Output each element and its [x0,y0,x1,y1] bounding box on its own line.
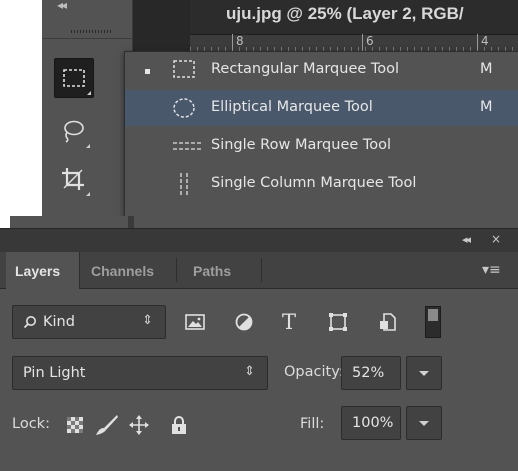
opacity-value: 52% [352,365,385,381]
smart-object-filter-icon[interactable] [375,309,401,335]
background-gap [0,216,10,228]
menu-item-label: Rectangular Marquee Tool [211,61,400,77]
lock-transparent-icon[interactable] [62,412,88,438]
opacity-input[interactable]: 52% [341,356,401,390]
image-filter-icon[interactable] [182,309,208,335]
opacity-dropdown-button[interactable] [406,356,442,390]
blend-mode-select[interactable]: Pin Light ⇕ [12,356,268,390]
menu-item-label: Single Column Marquee Tool [211,175,417,191]
fill-label: Fill: [300,416,325,432]
filter-kind-select[interactable]: Kind ⇕ [12,305,166,339]
ruler-tick [477,34,478,51]
toolbar-divider [42,38,132,39]
submenu-indicator [86,192,90,196]
submenu-indicator [87,91,91,95]
filter-kind-label: Kind [43,314,75,330]
submenu-indicator [86,144,90,148]
panel-header-bar[interactable] [0,228,518,253]
adjustment-filter-icon[interactable] [231,309,257,335]
close-panel-icon[interactable]: × [491,232,501,246]
lasso-icon [64,120,84,143]
fill-value: 100% [352,415,394,431]
tab-channels[interactable]: Channels [82,252,163,289]
tab-divider [176,258,177,282]
tab-layers[interactable]: Layers [6,252,80,289]
opacity-label: Opacity: [284,364,344,380]
ruler-tick [232,34,233,51]
row-marquee-icon [173,142,203,150]
menu-item-label: Elliptical Marquee Tool [211,99,373,115]
crop-icon [62,168,84,190]
toolbar-grip[interactable] [71,30,111,33]
blend-mode-value: Pin Light [23,365,86,381]
rect-marquee-icon [63,69,85,87]
tab-paths[interactable]: Paths [184,252,240,289]
fill-dropdown-button[interactable] [406,406,442,440]
ruler-number: 4 [481,34,489,48]
menu-item-label: Single Row Marquee Tool [211,137,392,153]
document-title[interactable]: uju.jpg @ 25% (Layer 2, RGB/ [226,4,464,24]
rect-marquee-icon [173,60,195,78]
type-filter-icon[interactable]: T [276,309,302,335]
rectangular-marquee-tool-button[interactable] [54,58,94,98]
updown-arrows-icon: ⇕ [142,313,153,328]
ellipse-marquee-icon [173,98,195,118]
shape-filter-icon[interactable] [325,309,351,335]
ruler-number: 8 [236,34,244,48]
crop-tool-button[interactable] [54,160,92,198]
double-chevron-left-icon[interactable]: ◂◂ [57,0,67,12]
chevron-down-icon [419,420,429,426]
column-marquee-icon [180,173,188,197]
lasso-tool-button[interactable] [54,112,92,150]
ruler-number: 6 [366,34,374,48]
lock-all-icon[interactable] [166,412,192,438]
tab-divider [261,258,262,282]
collapse-panel-icon[interactable]: ◂◂ [462,233,471,246]
chevron-down-icon [419,370,429,376]
checked-indicator [145,69,150,74]
fill-input[interactable]: 100% [341,406,401,440]
menu-item-shortcut: M [480,61,493,77]
lock-brush-icon[interactable] [94,412,120,438]
panel-menu-icon[interactable]: ▾≡ [482,262,501,278]
lock-label: Lock: [12,416,50,432]
ruler-tick [362,34,363,51]
lock-position-icon[interactable] [126,412,152,438]
filter-toggle-knob [428,309,438,321]
search-icon [23,316,36,329]
panel-header-gap [128,216,134,228]
menu-item-shortcut: M [480,99,493,115]
updown-arrows-icon: ⇕ [244,364,255,379]
